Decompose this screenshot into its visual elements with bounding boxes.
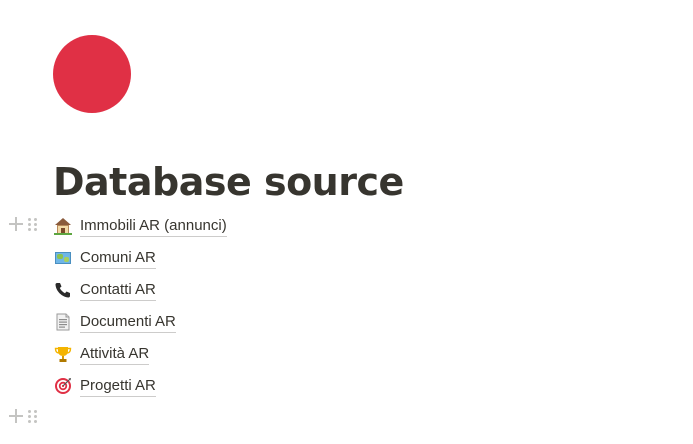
block-row: Contatti AR: [0, 274, 693, 306]
add-block-icon[interactable]: [9, 409, 23, 423]
page-title[interactable]: Database source: [53, 158, 404, 206]
page-link-label: Contatti AR: [80, 280, 156, 301]
page-link-label: Documenti AR: [80, 312, 176, 333]
page-link-label: Immobili AR (annunci): [80, 216, 227, 237]
empty-block-row[interactable]: [0, 402, 693, 434]
page-link-contatti[interactable]: Contatti AR: [54, 279, 156, 301]
block-handle: [9, 217, 37, 231]
block-row: Progetti AR: [0, 370, 693, 402]
drag-handle-icon[interactable]: [28, 217, 37, 231]
add-block-icon[interactable]: [9, 217, 23, 231]
page-link-label: Progetti AR: [80, 376, 156, 397]
page-icon-red-circle[interactable]: [53, 35, 131, 113]
block-row: Documenti AR: [0, 306, 693, 338]
block-row: Attività AR: [0, 338, 693, 370]
drag-handle-icon[interactable]: [28, 409, 37, 423]
telephone-icon: [54, 281, 72, 299]
page-link-label: Attività AR: [80, 344, 150, 365]
document-icon: [54, 313, 72, 331]
page-link-documenti[interactable]: Documenti AR: [54, 311, 176, 333]
page-link-comuni[interactable]: Comuni AR: [54, 247, 156, 269]
page-link-immobili[interactable]: Immobili AR (annunci): [54, 215, 227, 237]
trophy-icon: [54, 345, 72, 363]
map-icon: [54, 249, 72, 267]
block-row: Comuni AR: [0, 242, 693, 274]
block-row: Immobili AR (annunci): [0, 210, 693, 242]
page-link-progetti[interactable]: Progetti AR: [54, 375, 156, 397]
house-icon: [54, 217, 72, 235]
page-link-attivita[interactable]: Attività AR: [54, 343, 150, 365]
page-link-label: Comuni AR: [80, 248, 156, 269]
target-icon: [54, 377, 72, 395]
block-handle: [9, 409, 37, 423]
linked-pages-list: Immobili AR (annunci) Comuni AR Contatti…: [0, 210, 693, 434]
